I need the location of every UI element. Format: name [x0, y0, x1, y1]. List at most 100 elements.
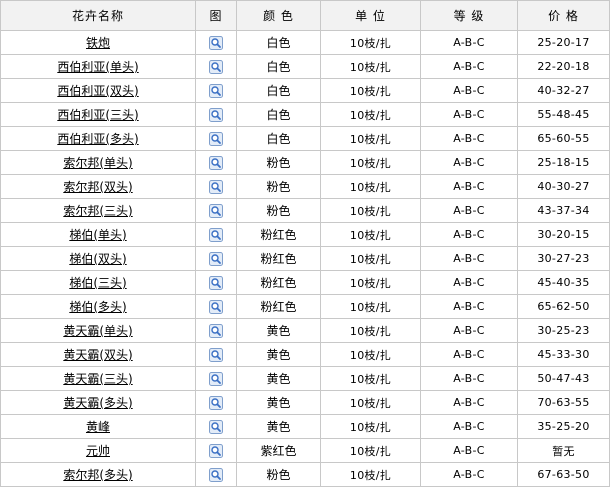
flower-name-link[interactable]: 索尔邦(三头): [63, 204, 132, 218]
table-row: 索尔邦(多头) 粉色 10枝/扎 A-B-C 67-63-50: [0, 462, 610, 487]
magnifier-icon[interactable]: [209, 467, 223, 482]
grade-cell: A-B-C: [420, 390, 518, 415]
image-cell: [195, 126, 237, 151]
magnifier-icon[interactable]: [209, 203, 223, 218]
flower-name-cell: 梯伯(三头): [0, 270, 196, 295]
flower-name-link[interactable]: 黄天霸(单头): [63, 324, 132, 338]
color-cell: 白色: [236, 78, 321, 103]
grade-cell: A-B-C: [420, 414, 518, 439]
header-price: 价 格: [517, 0, 610, 31]
unit-cell: 10枝/扎: [320, 246, 421, 271]
image-cell: [195, 150, 237, 175]
flower-name-link[interactable]: 黄峰: [86, 420, 110, 434]
table-row: 梯伯(三头) 粉红色 10枝/扎 A-B-C 45-40-35: [0, 270, 610, 295]
price-cell: 40-32-27: [517, 78, 610, 103]
flower-name-link[interactable]: 西伯利亚(单头): [57, 60, 138, 74]
flower-name-cell: 梯伯(多头): [0, 294, 196, 319]
flower-name-link[interactable]: 西伯利亚(三头): [57, 108, 138, 122]
unit-cell: 10枝/扎: [320, 270, 421, 295]
flower-name-link[interactable]: 西伯利亚(多头): [57, 132, 138, 146]
table-row: 黄天霸(三头) 黄色 10枝/扎 A-B-C 50-47-43: [0, 366, 610, 391]
table-body: 铁炮 白色 10枝/扎 A-B-C 25-20-17 西伯利亚(单头) 白色 1…: [0, 30, 610, 487]
flower-name-link[interactable]: 索尔邦(双头): [63, 180, 132, 194]
image-cell: [195, 318, 237, 343]
flower-name-cell: 黄峰: [0, 414, 196, 439]
grade-cell: A-B-C: [420, 222, 518, 247]
flower-name-cell: 铁炮: [0, 30, 196, 55]
flower-name-link[interactable]: 梯伯(单头): [69, 228, 126, 242]
magnifier-icon[interactable]: [209, 395, 223, 410]
magnifier-icon[interactable]: [209, 275, 223, 290]
header-grade: 等 级: [420, 0, 518, 31]
image-cell: [195, 102, 237, 127]
header-image: 图: [195, 0, 237, 31]
color-cell: 黄色: [236, 414, 321, 439]
table-row: 黄天霸(多头) 黄色 10枝/扎 A-B-C 70-63-55: [0, 390, 610, 415]
unit-cell: 10枝/扎: [320, 102, 421, 127]
magnifier-icon[interactable]: [209, 443, 223, 458]
price-cell: 30-25-23: [517, 318, 610, 343]
magnifier-icon[interactable]: [209, 419, 223, 434]
magnifier-icon[interactable]: [209, 107, 223, 122]
magnifier-icon[interactable]: [209, 59, 223, 74]
header-flower-name: 花卉名称: [0, 0, 196, 31]
flower-name-link[interactable]: 索尔邦(多头): [63, 468, 132, 482]
magnifier-icon[interactable]: [209, 155, 223, 170]
grade-cell: A-B-C: [420, 78, 518, 103]
flower-name-link[interactable]: 梯伯(多头): [69, 300, 126, 314]
color-cell: 白色: [236, 126, 321, 151]
flower-name-link[interactable]: 黄天霸(三头): [63, 372, 132, 386]
magnifier-icon[interactable]: [209, 131, 223, 146]
flower-name-link[interactable]: 铁炮: [86, 36, 110, 50]
flower-name-cell: 索尔邦(单头): [0, 150, 196, 175]
color-cell: 粉色: [236, 174, 321, 199]
magnifier-icon[interactable]: [209, 227, 223, 242]
price-cell: 43-37-34: [517, 198, 610, 223]
flower-name-link[interactable]: 元帅: [86, 444, 110, 458]
flower-name-cell: 黄天霸(单头): [0, 318, 196, 343]
table-row: 黄天霸(单头) 黄色 10枝/扎 A-B-C 30-25-23: [0, 318, 610, 343]
grade-cell: A-B-C: [420, 294, 518, 319]
magnifier-icon[interactable]: [209, 371, 223, 386]
magnifier-icon[interactable]: [209, 251, 223, 266]
grade-cell: A-B-C: [420, 246, 518, 271]
flower-name-link[interactable]: 梯伯(三头): [69, 276, 126, 290]
grade-cell: A-B-C: [420, 438, 518, 463]
table-row: 梯伯(双头) 粉红色 10枝/扎 A-B-C 30-27-23: [0, 246, 610, 271]
flower-name-cell: 黄天霸(三头): [0, 366, 196, 391]
color-cell: 白色: [236, 54, 321, 79]
flower-name-link[interactable]: 黄天霸(多头): [63, 396, 132, 410]
color-cell: 粉红色: [236, 246, 321, 271]
unit-cell: 10枝/扎: [320, 366, 421, 391]
color-cell: 黄色: [236, 342, 321, 367]
flower-name-cell: 索尔邦(三头): [0, 198, 196, 223]
unit-cell: 10枝/扎: [320, 294, 421, 319]
magnifier-icon[interactable]: [209, 299, 223, 314]
image-cell: [195, 270, 237, 295]
unit-cell: 10枝/扎: [320, 438, 421, 463]
grade-cell: A-B-C: [420, 30, 518, 55]
price-cell: 70-63-55: [517, 390, 610, 415]
color-cell: 粉色: [236, 462, 321, 487]
flower-name-link[interactable]: 梯伯(双头): [69, 252, 126, 266]
magnifier-icon[interactable]: [209, 83, 223, 98]
magnifier-icon[interactable]: [209, 347, 223, 362]
image-cell: [195, 30, 237, 55]
grade-cell: A-B-C: [420, 126, 518, 151]
price-cell: 25-20-17: [517, 30, 610, 55]
grade-cell: A-B-C: [420, 342, 518, 367]
magnifier-icon[interactable]: [209, 35, 223, 50]
price-cell: 25-18-15: [517, 150, 610, 175]
flower-name-link[interactable]: 黄天霸(双头): [63, 348, 132, 362]
flower-name-link[interactable]: 西伯利亚(双头): [57, 84, 138, 98]
color-cell: 粉色: [236, 198, 321, 223]
color-cell: 粉红色: [236, 222, 321, 247]
table-row: 索尔邦(双头) 粉色 10枝/扎 A-B-C 40-30-27: [0, 174, 610, 199]
magnifier-icon[interactable]: [209, 179, 223, 194]
unit-cell: 10枝/扎: [320, 126, 421, 151]
flower-name-link[interactable]: 索尔邦(单头): [63, 156, 132, 170]
table-row: 梯伯(单头) 粉红色 10枝/扎 A-B-C 30-20-15: [0, 222, 610, 247]
color-cell: 白色: [236, 102, 321, 127]
color-cell: 粉红色: [236, 270, 321, 295]
magnifier-icon[interactable]: [209, 323, 223, 338]
